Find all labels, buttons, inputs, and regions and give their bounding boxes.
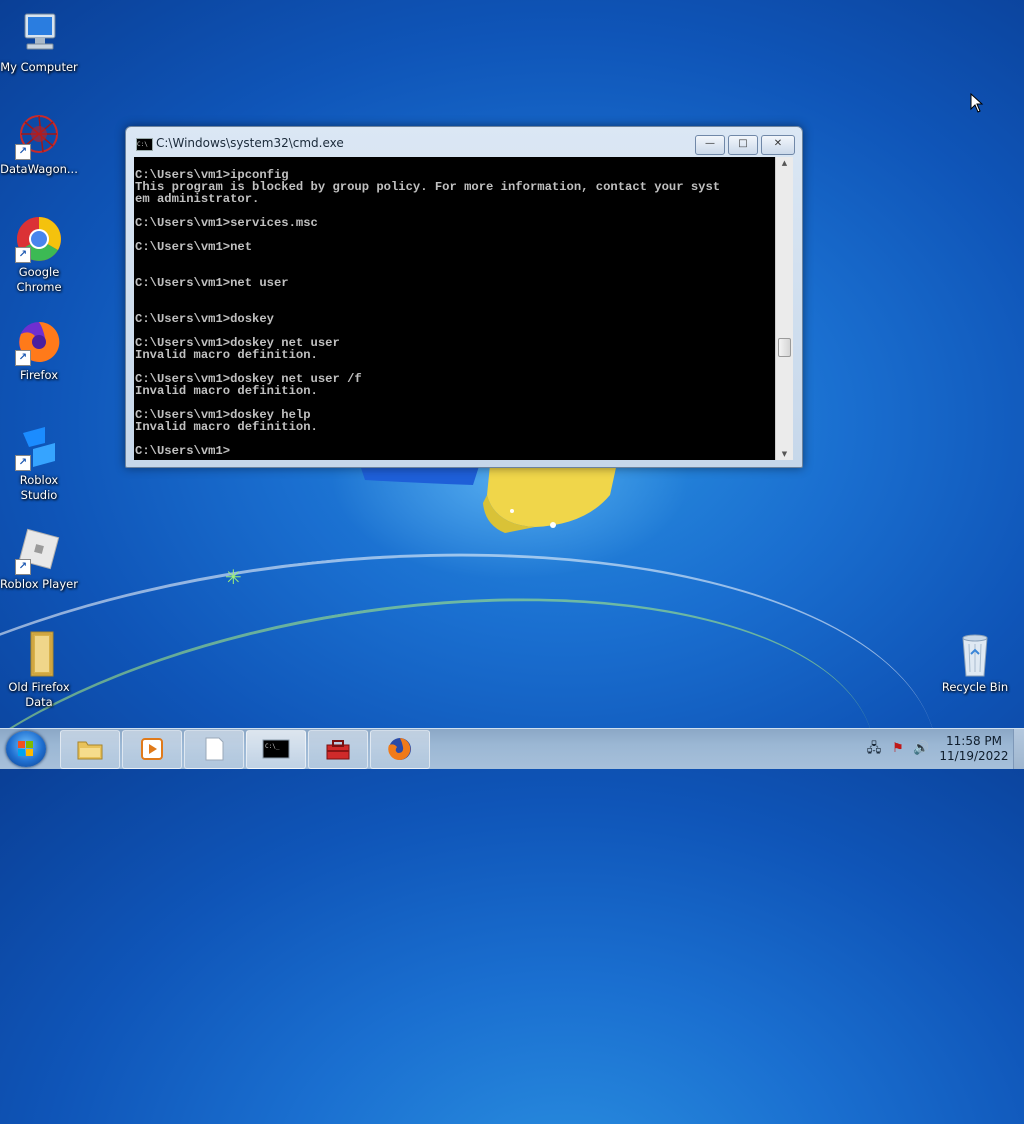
shortcut-arrow-icon: ↗ bbox=[15, 455, 31, 471]
cmd-window[interactable]: C:\ C:\Windows\system32\cmd.exe — □ ✕ C:… bbox=[125, 126, 803, 468]
shortcut-arrow-icon: ↗ bbox=[15, 559, 31, 575]
wallpaper-sparkle: ✳ bbox=[225, 565, 242, 589]
desktop-icon-my-computer[interactable]: My Computer bbox=[0, 10, 78, 75]
firefox-icon: ↗ bbox=[15, 318, 63, 366]
roblox-studio-icon: ↗ bbox=[15, 423, 63, 471]
vertical-scrollbar[interactable]: ▲ ▼ bbox=[775, 157, 793, 460]
taskbar-button-toolbox[interactable] bbox=[308, 730, 368, 769]
desktop-icon-roblox-player[interactable]: ↗ Roblox Player bbox=[0, 527, 78, 592]
desktop-icon-label: DataWagon... bbox=[0, 162, 78, 176]
shortcut-arrow-icon: ↗ bbox=[15, 350, 31, 366]
scroll-thumb[interactable] bbox=[778, 338, 791, 357]
folder-icon bbox=[15, 630, 63, 678]
shortcut-arrow-icon: ↗ bbox=[15, 144, 31, 160]
scroll-up-arrow-icon[interactable]: ▲ bbox=[776, 157, 793, 169]
desktop-icon-roblox-studio[interactable]: ↗ Roblox Studio bbox=[0, 423, 78, 503]
recycle-bin-icon bbox=[951, 630, 999, 678]
console-output: C:\Users\vm1>ipconfig This program is bl… bbox=[135, 168, 721, 458]
network-icon[interactable]: 🖧 bbox=[866, 741, 882, 757]
wallpaper-arc bbox=[0, 498, 964, 1124]
show-desktop-button[interactable] bbox=[1013, 729, 1024, 769]
taskbar-button-firefox[interactable] bbox=[370, 730, 430, 769]
taskbar-button-notepad[interactable] bbox=[184, 730, 244, 769]
action-center-flag-icon[interactable]: ⚑ bbox=[890, 741, 906, 757]
desktop-icon-firefox[interactable]: ↗ Firefox bbox=[0, 318, 78, 383]
desktop-icon-label: My Computer bbox=[0, 60, 78, 74]
toolbox-icon bbox=[326, 740, 350, 760]
windows-logo-icon bbox=[18, 741, 34, 757]
cmd-window-icon: C:\ bbox=[136, 138, 153, 151]
folder-icon bbox=[77, 741, 103, 760]
desktop-icon-label: Google Chrome bbox=[16, 265, 62, 294]
cmd-window-title: C:\Windows\system32\cmd.exe bbox=[156, 136, 344, 150]
start-button[interactable] bbox=[6, 731, 46, 767]
mouse-cursor-icon bbox=[970, 93, 984, 113]
firefox-icon bbox=[388, 738, 411, 760]
chrome-icon: ↗ bbox=[15, 215, 63, 263]
clock-date: 11/19/2022 bbox=[939, 749, 1009, 763]
taskbar: C:\_ 🖧 ⚑ 🔊 11:58 PM 11/19/2022 bbox=[0, 728, 1024, 769]
roblox-player-icon: ↗ bbox=[15, 527, 63, 575]
shortcut-arrow-icon: ↗ bbox=[15, 247, 31, 263]
maximize-button[interactable]: □ bbox=[728, 135, 758, 155]
desktop-icon-label: Roblox Player bbox=[0, 577, 78, 591]
taskbar-button-cmd[interactable]: C:\_ bbox=[246, 730, 306, 769]
desktop-icon-old-firefox-data[interactable]: Old Firefox Data bbox=[0, 630, 78, 710]
close-button[interactable]: ✕ bbox=[761, 135, 795, 155]
computer-icon bbox=[15, 10, 63, 58]
cmd-titlebar[interactable]: C:\ C:\Windows\system32\cmd.exe — □ ✕ bbox=[126, 127, 802, 155]
desktop-icon-label: Roblox Studio bbox=[19, 473, 59, 502]
clock-time: 11:58 PM bbox=[946, 734, 1002, 748]
desktop-icon-datawagon[interactable]: ↗ DataWagon... bbox=[0, 112, 78, 177]
document-icon bbox=[205, 737, 224, 761]
volume-icon[interactable]: 🔊 bbox=[913, 741, 929, 757]
taskbar-button-media-player[interactable] bbox=[122, 730, 182, 769]
svg-text:C:\_: C:\_ bbox=[265, 743, 280, 750]
wallpaper-arc-2 bbox=[0, 534, 907, 1109]
desktop-icon-label: Recycle Bin bbox=[941, 680, 1009, 694]
cmd-icon: C:\_ bbox=[262, 739, 290, 759]
desktop-icon-label: Old Firefox Data bbox=[8, 680, 70, 709]
taskbar-button-explorer[interactable] bbox=[60, 730, 120, 769]
media-player-icon bbox=[141, 738, 163, 760]
minimize-button[interactable]: — bbox=[695, 135, 725, 155]
scroll-down-arrow-icon[interactable]: ▼ bbox=[776, 448, 793, 460]
clock[interactable]: 11:58 PM 11/19/2022 bbox=[934, 734, 1014, 764]
desktop-icon-recycle-bin[interactable]: Recycle Bin bbox=[936, 630, 1014, 695]
console-area[interactable]: C:\Users\vm1>ipconfig This program is bl… bbox=[134, 157, 793, 460]
desktop-icon-label: Firefox bbox=[19, 368, 59, 382]
datawagon-icon: ↗ bbox=[15, 112, 63, 160]
desktop-icon-google-chrome[interactable]: ↗ Google Chrome bbox=[0, 215, 78, 295]
